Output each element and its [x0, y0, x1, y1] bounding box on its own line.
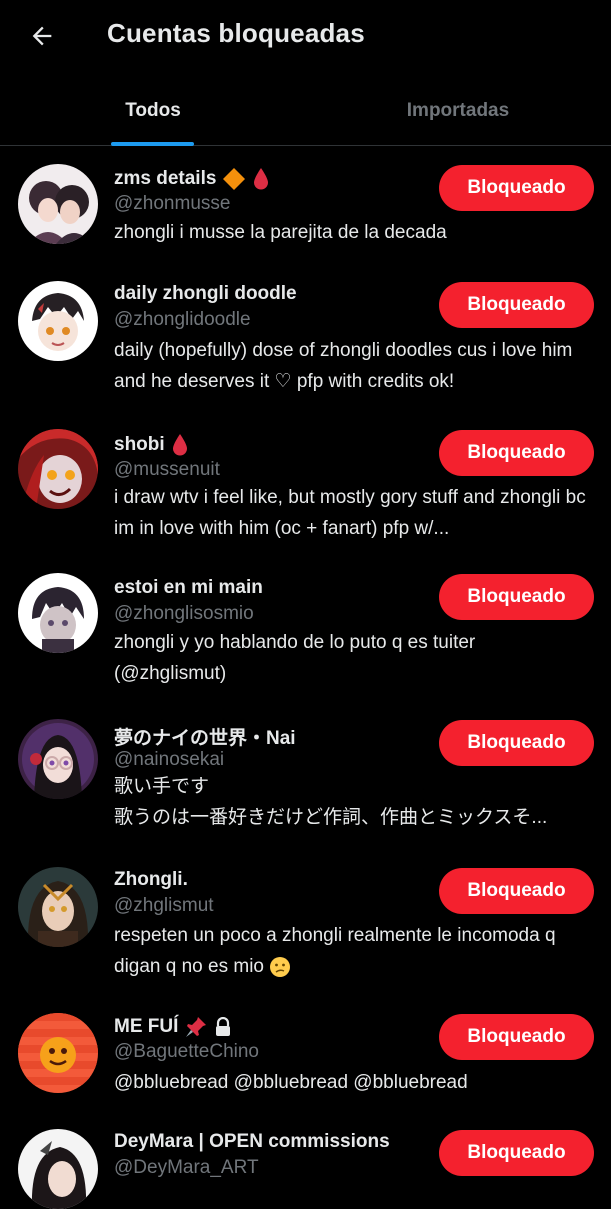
account-bio: respeten un poco a zhongli realmente le … [114, 920, 590, 982]
account-bio: zhongli i musse la parejita de la decada [114, 222, 447, 243]
blocked-button[interactable]: Bloqueado [439, 868, 594, 914]
active-tab-indicator [111, 142, 194, 146]
account-bio: i draw wtv i feel like, but mostly gory … [114, 482, 590, 544]
account-handle: @zhonglidoodle [114, 309, 251, 330]
account-handle: @nainosekai [114, 749, 225, 770]
blocked-button[interactable]: Bloqueado [439, 430, 594, 476]
list-item[interactable]: DeyMara | OPEN commissions @DeyMara_ART … [0, 1115, 611, 1209]
pushpin-icon [186, 1017, 207, 1037]
account-name-line: ME FUÍ [114, 1015, 232, 1039]
blocked-button[interactable]: Bloqueado [439, 165, 594, 211]
account-name-line: Zhongli. [114, 869, 188, 891]
orange-diamond-icon [223, 168, 246, 190]
account-name-line: estoi en mi main [114, 577, 263, 599]
account-name-line: zms details [114, 167, 270, 191]
arrow-left-icon [32, 26, 52, 46]
account-name: zms details [114, 168, 217, 189]
account-name: 夢のナイの世界・Nai [114, 728, 296, 749]
page-title: Cuentas bloqueadas [107, 18, 365, 48]
avatar[interactable] [18, 719, 98, 799]
account-bio-line: 歌い手です [114, 776, 210, 797]
account-name-line: DeyMara | OPEN commissions [114, 1131, 390, 1153]
avatar[interactable] [18, 867, 98, 947]
list-item[interactable]: estoi en mi main @zhonglisosmio zhongli … [0, 557, 611, 703]
avatar[interactable] [18, 164, 98, 244]
account-bio: @bbluebread @bbluebread @bbluebread [114, 1072, 468, 1093]
account-name-line: 夢のナイの世界・Nai [114, 723, 296, 750]
tab-label: Todos [125, 100, 181, 121]
account-name-line: daily zhongli doodle [114, 283, 297, 305]
top-app-bar: Cuentas bloqueadas [0, 0, 611, 70]
blocked-button[interactable]: Bloqueado [439, 1130, 594, 1176]
tab-importadas[interactable]: Importadas [362, 88, 554, 146]
account-handle: @zhonmusse [114, 193, 231, 214]
avatar[interactable] [18, 429, 98, 509]
tab-bar: Todos Importadas [0, 88, 611, 146]
blocked-button[interactable]: Bloqueado [439, 282, 594, 328]
account-name: daily zhongli doodle [114, 283, 297, 304]
account-bio-text: i draw wtv i feel like, but mostly gory … [114, 487, 586, 539]
blocked-button[interactable]: Bloqueado [439, 720, 594, 766]
account-handle: @zhonglisosmio [114, 603, 254, 624]
drop-of-blood-icon [172, 434, 187, 456]
account-name: Zhongli. [114, 869, 188, 890]
avatar[interactable] [18, 1013, 98, 1093]
lock-icon [216, 1017, 231, 1036]
account-name: ME FUÍ [114, 1016, 179, 1037]
list-item[interactable]: Zhongli. @zhglismut respeten un poco a z… [0, 851, 611, 997]
list-item[interactable]: ME FUÍ @BaguetteChino @bbluebread @bblue… [0, 997, 611, 1115]
avatar[interactable] [18, 573, 98, 653]
account-handle: @zhglismut [114, 895, 214, 916]
drop-of-blood-icon [254, 168, 269, 190]
list-item[interactable]: daily zhongli doodle @zhonglidoodle dail… [0, 265, 611, 413]
account-name: DeyMara | OPEN commissions [114, 1131, 390, 1152]
account-bio: daily (hopefully) dose of zhongli doodle… [114, 340, 573, 392]
tab-label: Importadas [406, 100, 510, 121]
account-name: shobi [114, 434, 165, 455]
tab-todos[interactable]: Todos [60, 88, 246, 146]
account-name-line: shobi [114, 433, 189, 457]
avatar[interactable] [18, 281, 98, 361]
list-item[interactable]: shobi @mussenuit i draw wtv i feel like,… [0, 413, 611, 557]
account-handle: @BaguetteChino [114, 1041, 259, 1062]
account-bio-text: respeten un poco a zhongli realmente le … [114, 925, 556, 977]
list-item[interactable]: 夢のナイの世界・Nai @nainosekai 歌い手です 歌うのは一番好きだけ… [0, 703, 611, 851]
confused-face-icon [270, 956, 291, 977]
blocked-button[interactable]: Bloqueado [439, 1014, 594, 1060]
account-bio-line: 歌うのは一番好きだけど作詞、作曲とミックスそ... [114, 807, 548, 828]
blocked-button[interactable]: Bloqueado [439, 574, 594, 620]
account-handle: @DeyMara_ART [114, 1157, 259, 1178]
back-button[interactable] [22, 16, 62, 56]
account-handle: @mussenuit [114, 459, 220, 480]
account-bio: zhongli y yo hablando de lo puto q es tu… [114, 632, 476, 684]
avatar[interactable] [18, 1129, 98, 1209]
account-bio: 歌い手です 歌うのは一番好きだけど作詞、作曲とミックスそ... [114, 771, 590, 833]
list-item[interactable]: zms details @zhonmusse zhongli i musse l… [0, 147, 611, 265]
account-name: estoi en mi main [114, 577, 263, 598]
